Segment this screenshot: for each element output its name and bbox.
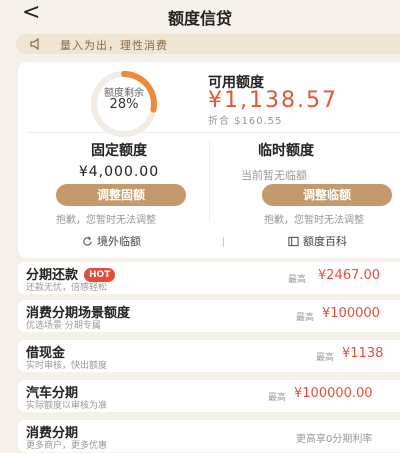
top-nav-bar: < 额度信贷 bbox=[0, 0, 400, 30]
product-desc: 更多商户，更多优惠 bbox=[26, 441, 108, 451]
temporary-credit-label: 临时额度 bbox=[258, 143, 314, 159]
abroad-temp-credit-link[interactable]: 境外临额 bbox=[82, 230, 141, 254]
product-desc: 实时审核，快出额度 bbox=[26, 361, 108, 371]
notice-text: 量入为出，理性消费 bbox=[60, 39, 168, 52]
product-max-amount: ¥100000 bbox=[322, 306, 380, 321]
credit-encyclopedia-label: 额度百科 bbox=[303, 235, 347, 248]
product-max-amount: ¥1138 bbox=[342, 346, 384, 361]
product-prefix: 最高 bbox=[316, 353, 335, 363]
product-prefix: 最高 bbox=[296, 313, 315, 323]
list-item[interactable]: 分期还款 HOT 还款无忧，倍感轻松 最高 ¥2467.00 bbox=[18, 262, 400, 294]
page-title: 额度信贷 bbox=[167, 9, 232, 28]
product-tail-text: 更高享0分期利率 bbox=[296, 434, 373, 445]
book-icon bbox=[288, 236, 299, 247]
product-desc: 实际额度以审核为准 bbox=[26, 401, 108, 411]
divider bbox=[223, 237, 224, 247]
available-credit-value: ¥1,138.57 bbox=[208, 88, 338, 113]
temporary-credit-status: 当前暂无临额 bbox=[241, 169, 307, 182]
fixed-credit-label: 固定额度 bbox=[91, 143, 147, 159]
adjust-temporary-credit-button[interactable]: 调整临额 bbox=[262, 184, 392, 206]
list-item[interactable]: 消费分期场景额度 优选场景 分期专属 最高 ¥100000 bbox=[18, 300, 400, 332]
list-item[interactable]: 借现金 实时审核，快出额度 最高 ¥1138 bbox=[18, 340, 400, 372]
speaker-icon bbox=[30, 38, 39, 50]
product-prefix: 最高 bbox=[288, 275, 307, 285]
quick-links: 境外临额 额度百科 bbox=[18, 230, 400, 254]
notice-banner: 量入为出，理性消费 bbox=[16, 34, 400, 54]
adjust-fixed-credit-button[interactable]: 调整固额 bbox=[56, 184, 186, 206]
product-max-amount: ¥100000.00 bbox=[294, 386, 373, 401]
refresh-icon bbox=[83, 236, 92, 246]
list-item[interactable]: 消费分期 更多商户，更多优惠 更高享0分期利率 bbox=[18, 420, 400, 452]
list-item[interactable]: 汽车分期 实际额度以审核为准 最高 ¥100000.00 bbox=[18, 380, 400, 412]
product-prefix: 最高 bbox=[268, 393, 287, 403]
credit-encyclopedia-link[interactable]: 额度百科 bbox=[288, 230, 347, 254]
product-max-amount: ¥2467.00 bbox=[318, 268, 381, 283]
temporary-credit-note: 抱歉，您暂时无法调整 bbox=[264, 215, 364, 226]
fixed-credit-amount: ¥4,000.00 bbox=[78, 164, 160, 180]
fixed-credit-note: 抱歉，您暂时无法调整 bbox=[56, 215, 156, 226]
temporary-credit-section: 临时额度 当前暂无临额 bbox=[233, 140, 400, 183]
product-desc: 优选场景 分期专属 bbox=[26, 321, 101, 331]
product-desc: 还款无忧，倍感轻松 bbox=[26, 283, 108, 293]
abroad-temp-credit-label: 境外临额 bbox=[97, 235, 141, 248]
ring-percent: 28% bbox=[109, 97, 139, 112]
available-credit-discount: 折合 $160.55 bbox=[208, 116, 283, 127]
divider bbox=[28, 132, 400, 133]
